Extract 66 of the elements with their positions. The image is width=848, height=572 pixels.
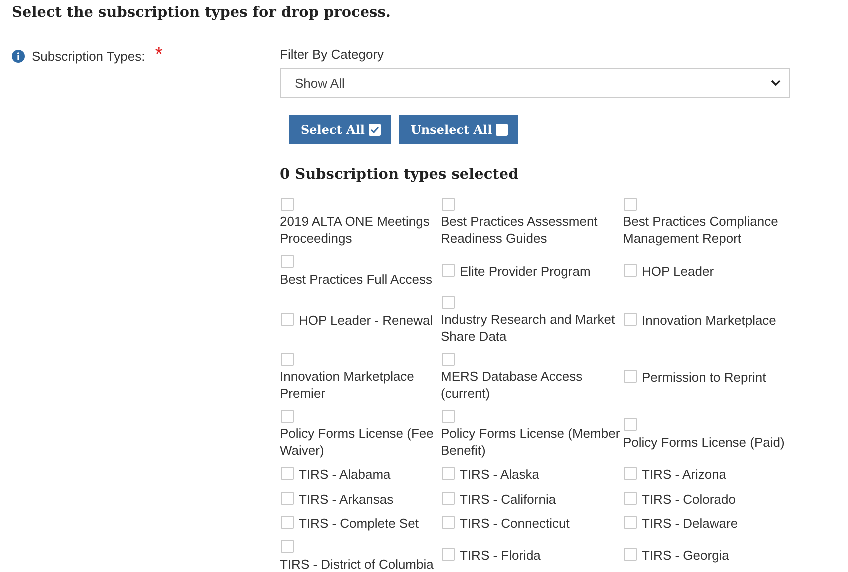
option-label[interactable]: 2019 ALTA ONE Meetings Proceedings (280, 213, 441, 248)
checkbox[interactable] (281, 198, 294, 212)
checkbox[interactable] (442, 264, 455, 277)
checked-box-icon (368, 124, 381, 136)
option-label[interactable]: Policy Forms License (Fee Waiver) (280, 425, 441, 460)
checkbox[interactable] (442, 548, 455, 562)
checkbox[interactable] (442, 516, 455, 529)
option-label[interactable]: TIRS - Florida (460, 547, 541, 564)
checkbox[interactable] (281, 516, 294, 529)
chevron-down-icon (771, 80, 781, 86)
option-label[interactable]: Best Practices Compliance Management Report (623, 213, 793, 248)
option-label[interactable]: Elite Provider Program (460, 262, 591, 280)
option-label[interactable]: TIRS - Arkansas (299, 490, 394, 508)
checkbox[interactable] (624, 264, 637, 277)
empty-box-icon (496, 124, 508, 136)
option-label[interactable]: Policy Forms License (Paid) (623, 434, 785, 452)
checkbox[interactable] (442, 198, 455, 212)
checkbox[interactable] (624, 312, 637, 326)
checkbox[interactable] (281, 410, 294, 424)
filter-label: Filter By Category (280, 46, 386, 63)
checkbox[interactable] (624, 548, 637, 562)
option-label[interactable]: Permission to Reprint (642, 368, 766, 386)
checkbox[interactable] (281, 492, 294, 504)
option-label[interactable]: Innovation Marketplace (642, 312, 776, 329)
option-label[interactable]: HOP Leader - Renewal (299, 312, 434, 329)
option-label[interactable]: TIRS - Connecticut (460, 514, 570, 532)
option-label[interactable]: TIRS - Alaska (460, 466, 540, 484)
checkbox[interactable] (624, 492, 637, 504)
required-mark: * (155, 48, 164, 62)
option-label[interactable]: TIRS - Arizona (642, 466, 727, 484)
checkbox[interactable] (624, 198, 637, 212)
checkbox[interactable] (281, 353, 294, 366)
option-label[interactable]: TIRS - Delaware (642, 514, 738, 532)
checkbox[interactable] (281, 467, 294, 480)
checkbox[interactable] (281, 312, 294, 326)
option-label[interactable]: TIRS - Complete Set (299, 514, 419, 532)
unselect-all-button[interactable]: Unselect All (398, 115, 518, 144)
checkbox[interactable] (624, 370, 637, 383)
category-select[interactable]: Show All (280, 68, 790, 98)
checkbox[interactable] (442, 353, 455, 366)
option-label[interactable]: TIRS - Colorado (642, 490, 736, 508)
checkbox[interactable] (281, 255, 294, 268)
info-icon[interactable] (12, 50, 25, 63)
select-all-button[interactable]: Select All (289, 115, 391, 144)
option-label[interactable]: Policy Forms License (Member Benefit) (441, 425, 623, 460)
option-label[interactable]: Best Practices Full Access (280, 271, 432, 288)
checkbox[interactable] (442, 296, 455, 310)
checkbox[interactable] (442, 467, 455, 480)
checkbox[interactable] (442, 410, 455, 424)
option-label[interactable]: TIRS - Alabama (299, 466, 391, 484)
option-label[interactable]: MERS Database Access (current) (441, 368, 623, 402)
checkbox[interactable] (442, 492, 455, 504)
checkbox[interactable] (624, 516, 637, 529)
option-label[interactable]: HOP Leader (642, 262, 714, 280)
option-label[interactable]: TIRS - California (460, 490, 556, 508)
checkbox[interactable] (624, 418, 637, 432)
option-label[interactable]: Industry Research and Market Share Data (441, 311, 623, 346)
page-heading: Select the subscription types for drop process. (12, 3, 392, 23)
option-label[interactable]: Innovation Marketplace Premier (280, 368, 441, 402)
checkbox[interactable] (281, 540, 294, 553)
option-label[interactable]: TIRS - Georgia (642, 547, 730, 564)
option-label[interactable]: Best Practices Assessment Readiness Guides (441, 213, 623, 248)
selection-count: 0 Subscription types selected (280, 165, 520, 185)
checkbox[interactable] (624, 467, 637, 480)
option-label[interactable]: TIRS - District of Columbia (280, 556, 434, 572)
field-label: Subscription Types: (32, 48, 146, 65)
